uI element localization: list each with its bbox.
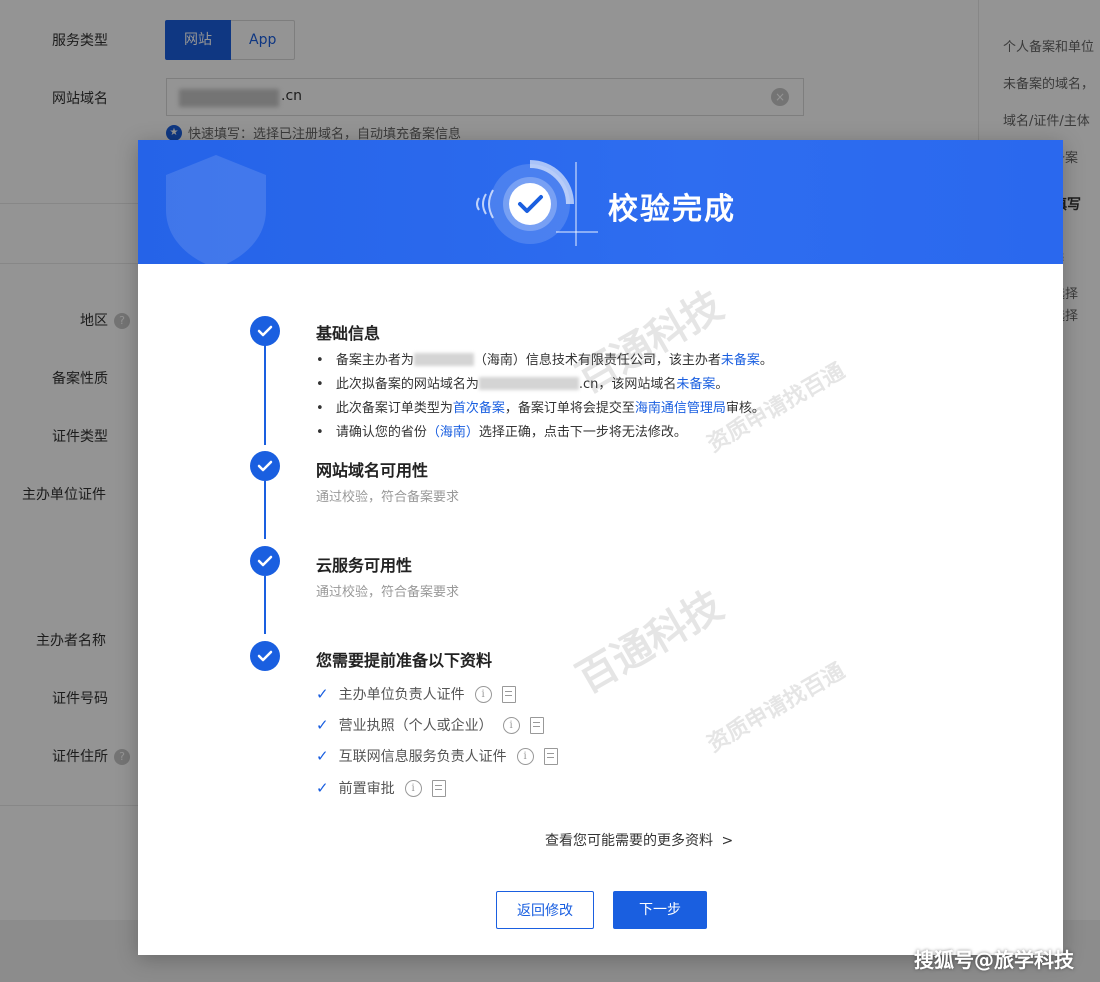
bullet-text: 。 bbox=[759, 353, 773, 368]
watermark-brand: 百通科技 bbox=[569, 582, 731, 703]
requirement-item: ✓ 前置审批 i bbox=[316, 778, 446, 798]
document-icon[interactable] bbox=[543, 747, 558, 765]
authority-highlight: 海南通信管理局 bbox=[634, 401, 726, 416]
document-icon[interactable] bbox=[431, 779, 446, 797]
document-icon[interactable] bbox=[501, 685, 516, 703]
step-complete-icon bbox=[250, 316, 280, 346]
more-materials-text: 查看您可能需要的更多资料 bbox=[545, 833, 713, 849]
check-icon: ✓ bbox=[316, 779, 329, 797]
bullet-text: 此次拟备案的网站域名为 bbox=[335, 377, 479, 392]
bullet-text: .cn，该网站域名 bbox=[578, 377, 677, 392]
verification-modal: 校验完成 百通科技 资质申请找百通 百通科技 资质申请找百通 基础信息 备案主办… bbox=[138, 140, 1063, 955]
modal-header: 校验完成 bbox=[138, 140, 1063, 264]
requirement-label: 前置审批 bbox=[338, 781, 395, 797]
back-edit-button[interactable]: 返回修改 bbox=[496, 891, 594, 929]
province-highlight: （海南） bbox=[426, 425, 479, 440]
next-step-button[interactable]: 下一步 bbox=[613, 891, 707, 929]
bullet-text: 审核。 bbox=[725, 401, 765, 416]
requirement-label: 主办单位负责人证件 bbox=[338, 687, 465, 703]
step-title: 您需要提前准备以下资料 bbox=[316, 651, 493, 670]
step-title: 云服务可用性 bbox=[316, 556, 413, 575]
requirement-label: 互联网信息服务负责人证件 bbox=[338, 749, 507, 765]
info-bullet: 请确认您的省份（海南）选择正确，点击下一步将无法修改。 bbox=[316, 421, 687, 440]
check-badge-icon bbox=[476, 160, 598, 246]
check-icon: ✓ bbox=[316, 685, 329, 703]
more-materials-link[interactable]: 查看您可能需要的更多资料 > bbox=[545, 830, 733, 850]
requirement-item: ✓ 营业执照（个人或企业） i bbox=[316, 715, 544, 735]
step-subtitle: 通过校验，符合备案要求 bbox=[316, 490, 460, 505]
bullet-text: ，备案订单将会提交至 bbox=[504, 401, 635, 416]
info-bullet: 备案主办者为 （海南）信息技术有限责任公司，该主办者未备案。 bbox=[316, 349, 773, 368]
requirement-label: 营业执照（个人或企业） bbox=[338, 718, 493, 734]
bullet-text: 选择正确，点击下一步将无法修改。 bbox=[478, 425, 687, 440]
timeline-connector bbox=[264, 576, 266, 634]
redacted-text bbox=[478, 377, 579, 390]
document-icon[interactable] bbox=[529, 716, 544, 734]
step-complete-icon bbox=[250, 451, 280, 481]
status-highlight: 未备案 bbox=[676, 377, 716, 392]
step-title: 网站域名可用性 bbox=[316, 461, 429, 480]
order-type-highlight: 首次备案 bbox=[452, 401, 505, 416]
chevron-right-icon: > bbox=[721, 833, 734, 849]
bullet-text: 。 bbox=[715, 377, 729, 392]
modal-title: 校验完成 bbox=[608, 192, 736, 227]
bullet-text: 备案主办者为 bbox=[335, 353, 414, 368]
watermark-slogan: 资质申请找百通 bbox=[703, 658, 850, 758]
check-icon: ✓ bbox=[316, 747, 329, 765]
step-complete-icon bbox=[250, 641, 280, 671]
shield-icon bbox=[166, 155, 266, 264]
info-bullet: 此次拟备案的网站域名为 .cn，该网站域名未备案。 bbox=[316, 373, 728, 392]
step-subtitle: 通过校验，符合备案要求 bbox=[316, 585, 460, 600]
info-icon[interactable]: i bbox=[516, 747, 534, 765]
step-title: 基础信息 bbox=[316, 324, 381, 343]
timeline-connector bbox=[264, 481, 266, 539]
redacted-text bbox=[413, 353, 474, 366]
status-highlight: 未备案 bbox=[720, 353, 760, 368]
requirement-item: ✓ 互联网信息服务负责人证件 i bbox=[316, 746, 558, 766]
source-watermark: 搜狐号@旅学科技 bbox=[914, 948, 1074, 972]
info-icon[interactable]: i bbox=[502, 716, 520, 734]
bullet-text: 请确认您的省份 bbox=[335, 425, 427, 440]
step-complete-icon bbox=[250, 546, 280, 576]
requirement-item: ✓ 主办单位负责人证件 i bbox=[316, 684, 516, 704]
bullet-text: 此次备案订单类型为 bbox=[335, 401, 453, 416]
info-icon[interactable]: i bbox=[404, 779, 422, 797]
info-icon[interactable]: i bbox=[474, 685, 492, 703]
check-icon: ✓ bbox=[316, 716, 329, 734]
timeline-connector bbox=[264, 335, 266, 445]
info-bullet: 此次备案订单类型为首次备案，备案订单将会提交至海南通信管理局审核。 bbox=[316, 397, 765, 416]
bullet-text: （海南）信息技术有限责任公司，该主办者 bbox=[473, 353, 721, 368]
